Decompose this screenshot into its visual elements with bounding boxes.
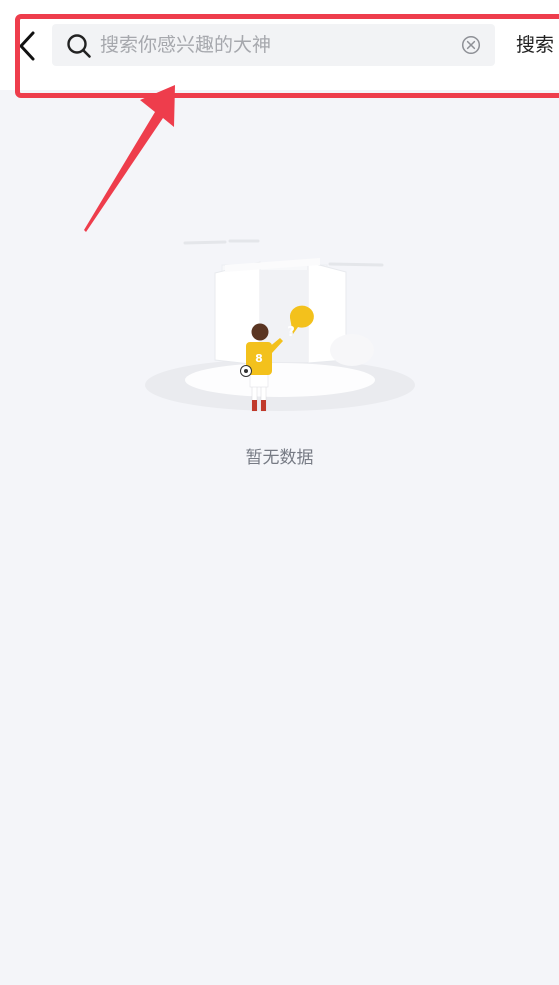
search-input[interactable] [100, 24, 452, 66]
speech-bubble-text: ? [287, 325, 295, 340]
search-button[interactable]: 搜索 [516, 30, 554, 60]
back-button[interactable] [10, 26, 44, 66]
annotation-arrow [84, 85, 175, 232]
top-bar: 搜索 [0, 0, 559, 90]
search-icon [67, 34, 91, 58]
search-box[interactable] [52, 24, 495, 66]
back-arrow-icon [19, 31, 35, 61]
empty-state-text: 暂无数据 [245, 448, 314, 468]
clear-icon[interactable] [461, 35, 481, 55]
empty-state-illustration: ? 8 [145, 239, 415, 412]
jersey-number: 8 [255, 352, 263, 365]
